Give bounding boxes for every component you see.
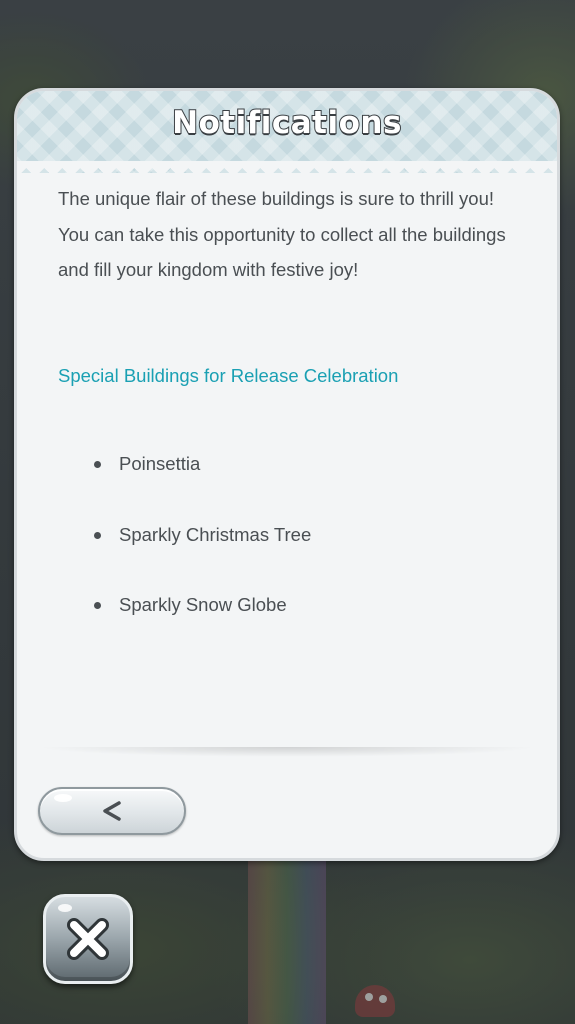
body-paragraph: The unique flair of these buildings is s…	[58, 188, 495, 209]
building-name: Sparkly Christmas Tree	[119, 523, 312, 545]
building-name: Poinsettia	[119, 453, 201, 474]
back-button[interactable]	[38, 787, 186, 835]
special-buildings-link[interactable]: Special Buildings for Release Celebratio…	[58, 358, 398, 394]
background-mushroom	[355, 985, 395, 1017]
building-name: Sparkly Snow Globe	[119, 594, 287, 615]
notifications-dialog: Notifications The unique flair of these …	[14, 88, 560, 861]
header-zigzag-edge	[17, 161, 557, 175]
body-paragraph: You can take this opportunity to collect…	[58, 223, 506, 281]
bullet-icon	[94, 531, 101, 539]
content-divider	[37, 747, 537, 757]
close-x-icon	[67, 918, 109, 960]
dialog-header: Notifications	[17, 91, 557, 175]
bullet-icon	[94, 461, 101, 468]
back-chevron-icon	[103, 801, 121, 821]
close-button[interactable]	[43, 894, 133, 984]
bullet-icon	[94, 602, 101, 609]
background-rainbow	[248, 860, 326, 1024]
notification-body: The unique flair of these buildings is s…	[58, 181, 528, 288]
dialog-title: Notifications	[171, 104, 402, 142]
